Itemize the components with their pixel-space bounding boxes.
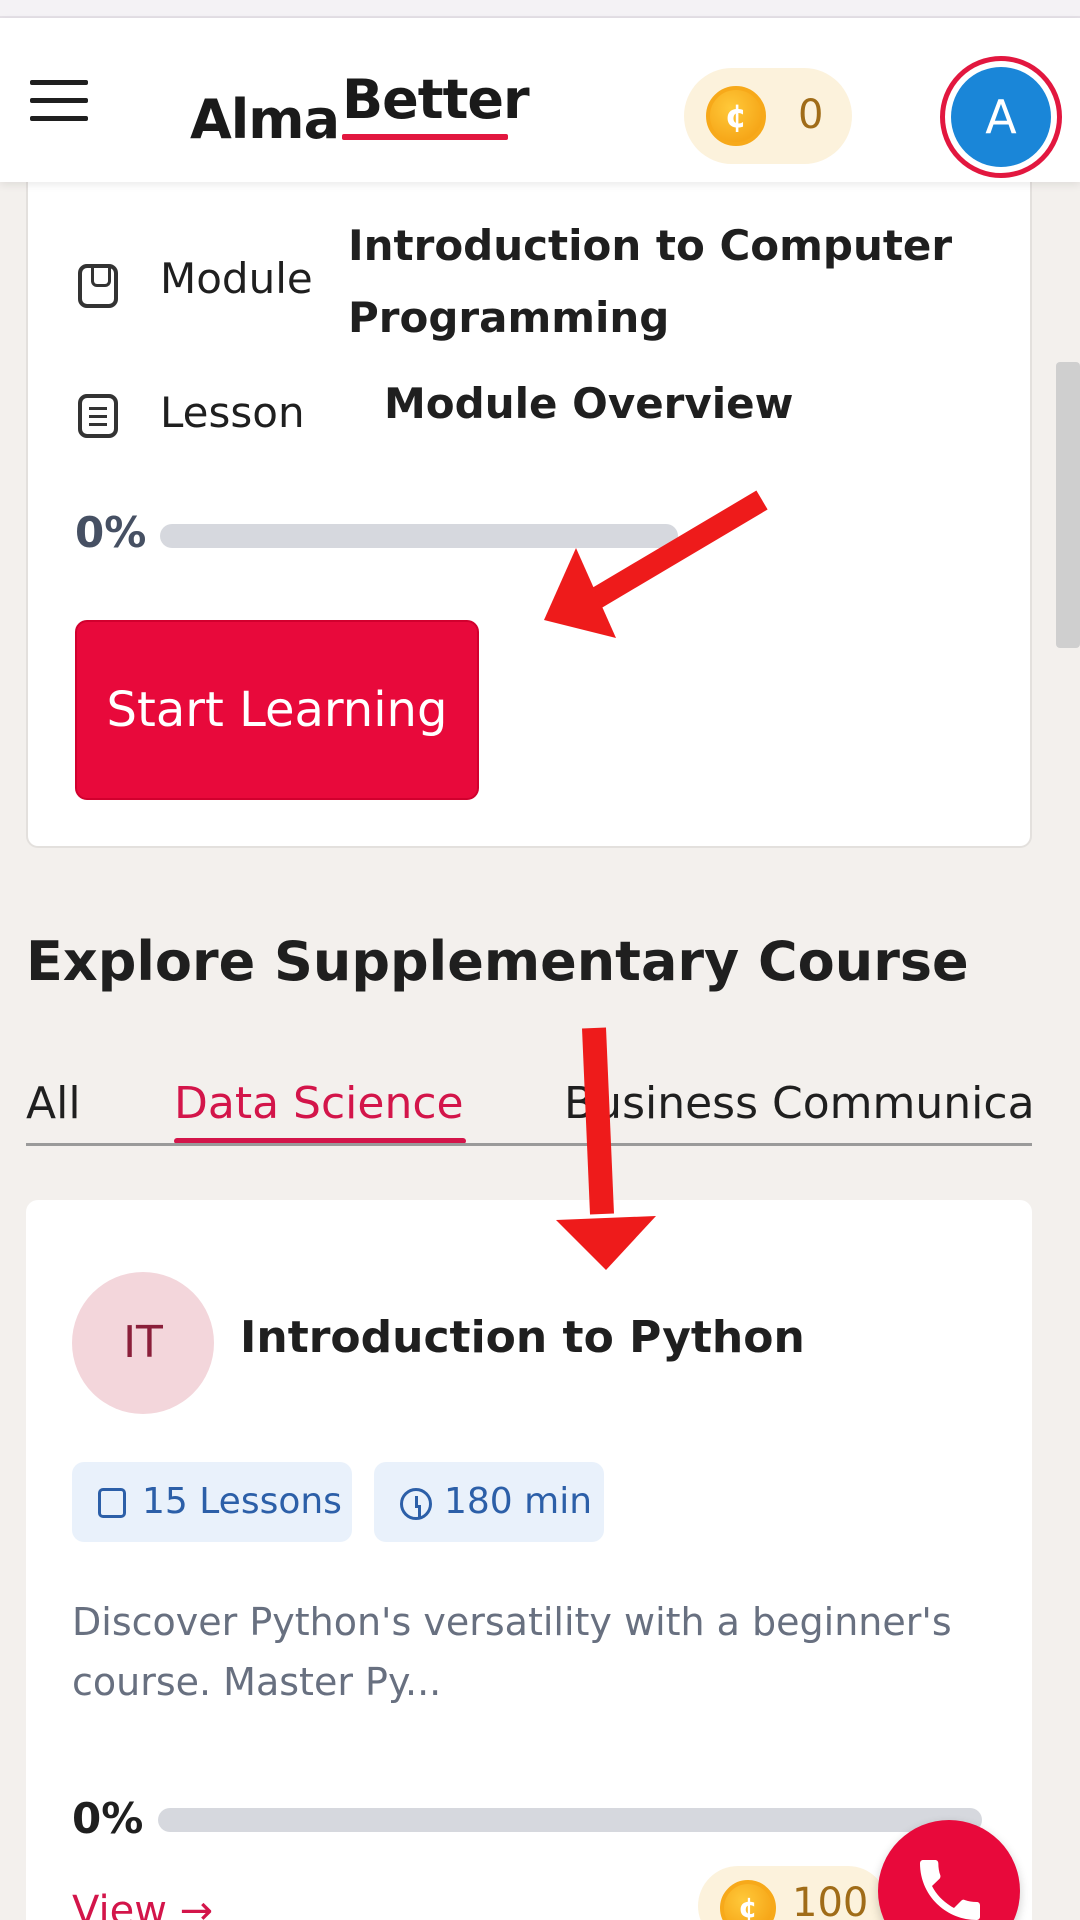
reward-coins-pill: ¢ 100 [698,1866,888,1920]
reward-coins-count: 100 [792,1880,869,1920]
top-strip [0,0,1080,18]
avatar-initial: A [951,67,1051,167]
module-value: Introduction to Computer Programming [348,221,953,342]
logo-underline [342,134,508,140]
logo-text-better: Better [342,68,530,131]
course-initials-avatar: IT [72,1272,214,1414]
active-tab-indicator [174,1138,466,1143]
duration-chip: 180 min [374,1462,604,1542]
app-header: Alma Better ¢ 0 A [0,18,1080,182]
course-description: Discover Python's versatility with a beg… [72,1600,952,1704]
coin-count: 0 [798,92,824,138]
module-label: Module [160,254,313,303]
tab-all[interactable]: All [26,1078,81,1129]
lessons-chip: 15 Lessons [72,1462,352,1542]
module-icon [78,264,118,308]
course-progress-percent: 0% [75,508,147,557]
almabetter-logo[interactable]: Alma Better [190,66,530,156]
card-progress-percent: 0% [72,1794,144,1843]
lessons-icon [98,1488,126,1518]
annotation-arrow-icon [556,1027,656,1270]
coin-icon: ¢ [720,1880,776,1920]
phone-icon [920,1860,980,1920]
lesson-label: Lesson [160,388,305,437]
section-title: Explore Supplementary Course [26,930,969,993]
profile-avatar[interactable]: A [940,56,1062,178]
duration-value: 180 min [444,1481,593,1522]
lesson-value: Module Overview [384,379,794,428]
logo-text-alma: Alma [190,88,340,151]
category-tabs: All Data Science Business Communica [26,1070,1032,1146]
clock-icon [400,1488,432,1520]
course-title[interactable]: Introduction to Python [240,1312,805,1363]
coin-balance[interactable]: ¢ 0 [684,68,852,164]
lesson-icon [78,394,118,438]
card-progress-bar [158,1808,982,1832]
coin-icon: ¢ [706,86,766,146]
start-learning-button[interactable]: Start Learning [75,620,479,800]
scrollbar[interactable] [1056,362,1080,648]
lessons-count: 15 Lessons [142,1481,342,1522]
view-course-link[interactable]: View → [72,1888,213,1920]
tab-data-science[interactable]: Data Science [174,1078,464,1129]
menu-icon[interactable] [30,80,88,122]
annotation-arrow-icon [544,490,768,638]
